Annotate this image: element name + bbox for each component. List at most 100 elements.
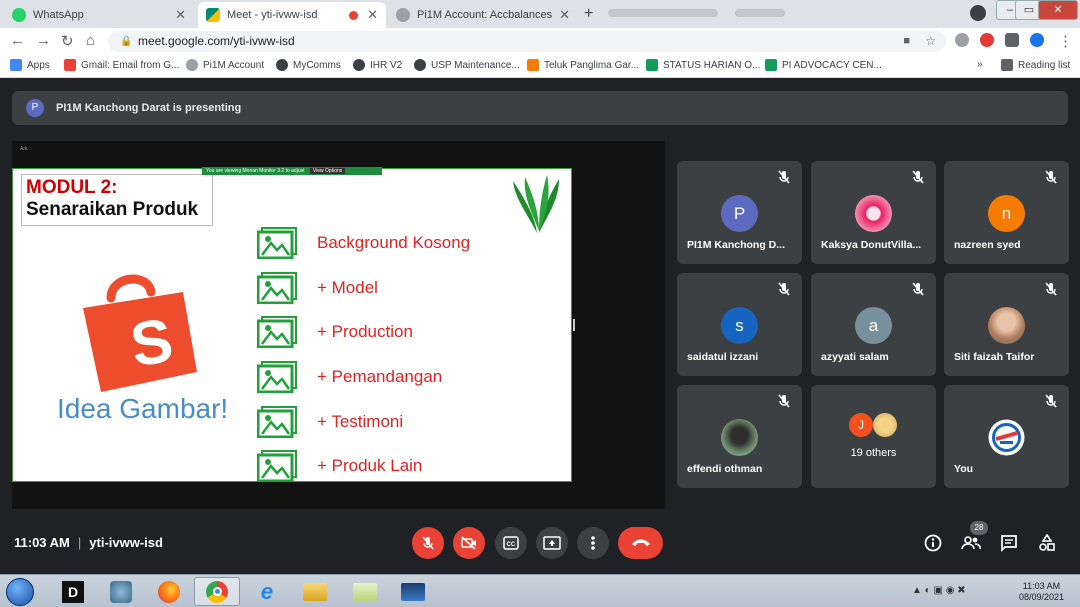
slide-item: + Production — [257, 310, 470, 355]
bookmark-advocacy[interactable]: PI ADVOCACY CEN... — [765, 59, 882, 71]
taskbar-app[interactable] — [342, 577, 388, 606]
taskbar-app[interactable]: D — [50, 577, 96, 606]
clock[interactable]: 11:03 AM 08/09/2021 — [1019, 581, 1064, 603]
bookmark-gmail[interactable]: Gmail: Email from G... — [64, 59, 179, 71]
camera-icon[interactable]: ■ — [903, 31, 910, 52]
present-screen-button[interactable] — [536, 527, 568, 559]
participant-name: azyyati salam — [821, 351, 889, 363]
taskbar-firefox[interactable] — [146, 577, 192, 606]
participant-tile[interactable]: a azyyati salam — [811, 273, 936, 376]
bookmark-status[interactable]: STATUS HARIAN O... — [646, 59, 760, 71]
slide-item-text: + Model — [317, 277, 378, 297]
star-icon — [527, 59, 539, 71]
participant-tile[interactable]: Siti faizah Taifor — [944, 273, 1069, 376]
meeting-info-button[interactable] — [922, 532, 944, 554]
participant-tile-others[interactable]: J 19 others — [811, 385, 936, 488]
more-bookmarks[interactable]: » — [977, 59, 983, 70]
bookmark-label: Gmail: Email from G... — [81, 59, 180, 71]
mic-off-icon — [778, 282, 790, 296]
text-cursor — [573, 319, 575, 331]
participant-count-badge: 28 — [970, 521, 988, 535]
globe-icon — [186, 59, 198, 71]
home-icon[interactable]: ⌂ — [86, 32, 95, 49]
people-icon — [961, 536, 981, 550]
bookmark-mycomms[interactable]: MyComms — [276, 59, 341, 71]
participant-tile[interactable]: n nazreen syed — [944, 161, 1069, 264]
new-tab-button[interactable]: + — [584, 5, 593, 23]
bookmark-pi1m[interactable]: Pi1M Account — [186, 59, 264, 71]
url-field[interactable]: 🔒 meet.google.com/yti-ivww-isd ■ ☆ — [108, 31, 946, 52]
participant-tile-self[interactable]: You — [944, 385, 1069, 488]
camera-toggle-button[interactable] — [453, 527, 485, 559]
taskbar-chrome[interactable] — [194, 577, 240, 606]
photo-avatar — [873, 413, 897, 437]
taskbar-ie[interactable]: e — [244, 577, 290, 606]
slide-item-text: Background Kosong — [317, 233, 471, 253]
close-window-button[interactable]: ✕ — [1038, 0, 1078, 20]
faded-tab[interactable] — [735, 9, 785, 17]
leave-call-button[interactable] — [618, 527, 663, 559]
tab-meet[interactable]: Meet - yti-ivww-isd ✕ — [198, 2, 386, 28]
avatar: n — [988, 195, 1025, 232]
separator: | — [77, 535, 82, 550]
bookmark-star-icon[interactable]: ☆ — [925, 31, 936, 52]
forward-icon[interactable]: → — [36, 32, 51, 49]
taskbar-app[interactable] — [390, 577, 436, 606]
app-icon: D — [62, 580, 84, 603]
view-options-bar[interactable]: You are viewing Monan Monitor 3.2 to adj… — [202, 167, 382, 175]
bookmark-usp[interactable]: USP Maintenance... — [414, 59, 520, 71]
bookmark-teluk[interactable]: Teluk Panglima Gar... — [527, 59, 639, 71]
taskbar-app[interactable] — [98, 577, 144, 606]
mic-off-icon — [912, 282, 924, 296]
taskbar-explorer[interactable] — [292, 577, 338, 606]
participant-name: effendi othman — [687, 463, 763, 475]
participant-tile[interactable]: effendi othman — [677, 385, 802, 488]
bookmark-label: IHR V2 — [370, 59, 403, 71]
slide-item-text: + Produk Lain — [317, 456, 423, 476]
chat-icon — [1001, 535, 1017, 552]
windows-taskbar: D e ▲ ◐ ▣ ◉ ✖ 11:03 AM 08/09/2021 — [0, 574, 1080, 607]
reading-list[interactable]: Reading list — [1001, 59, 1070, 71]
activities-button[interactable] — [1036, 532, 1058, 554]
bookmark-label: Teluk Panglima Gar... — [544, 59, 640, 71]
tab-pi1m-account[interactable]: Pi1M Account: Accbalances ✕ — [388, 2, 578, 28]
slide-title-line2: Senaraikan Produk — [26, 199, 199, 220]
participant-name: PI1M Kanchong D... — [687, 239, 786, 251]
back-icon[interactable]: ← — [10, 32, 25, 49]
shopping-bag-icon: S — [83, 274, 197, 392]
bookmark-ihr[interactable]: IHR V2 — [353, 59, 402, 71]
participant-tile[interactable]: P PI1M Kanchong D... — [677, 161, 802, 264]
faded-tab[interactable] — [608, 9, 718, 17]
tab-label: Meet - yti-ivww-isd — [227, 9, 318, 21]
presentation-stage[interactable]: Ark MODUL 2: Senaraikan Produk S Idea Ga… — [12, 141, 665, 509]
bookmark-apps[interactable]: Apps — [10, 59, 50, 71]
reload-icon[interactable]: ↻ — [61, 32, 74, 50]
close-icon[interactable]: ✕ — [367, 7, 378, 23]
participant-tile[interactable]: Kaksya DonutVilla... — [811, 161, 936, 264]
meet-container: P PI1M Kanchong Darat is presenting Ark … — [0, 79, 1080, 574]
participants-button[interactable] — [960, 532, 982, 554]
camera-off-icon — [461, 536, 476, 550]
chat-button[interactable] — [998, 532, 1020, 554]
close-icon[interactable]: ✕ — [559, 7, 570, 23]
system-tray[interactable]: ▲ ◐ ▣ ◉ ✖ — [912, 585, 966, 596]
captions-button[interactable]: CC — [495, 527, 527, 559]
slide-item-list: Background Kosong + Model + Production +… — [257, 221, 470, 489]
menu-icon[interactable]: ⋮ — [1058, 32, 1073, 50]
globe-icon[interactable] — [955, 33, 969, 47]
profile-icon[interactable] — [1030, 33, 1044, 47]
slide-item-text: + Pemandangan — [317, 367, 443, 387]
tab-search-icon[interactable] — [970, 5, 986, 21]
tab-whatsapp[interactable]: WhatsApp ✕ — [4, 2, 194, 28]
view-options-button[interactable]: View Options — [309, 168, 346, 174]
mic-toggle-button[interactable] — [412, 527, 444, 559]
extensions-icon[interactable] — [1005, 33, 1019, 47]
close-icon[interactable]: ✕ — [175, 7, 186, 23]
folder-icon — [303, 582, 327, 601]
bookmark-label: USP Maintenance... — [431, 59, 520, 71]
adblock-icon[interactable] — [980, 33, 994, 47]
more-options-button[interactable] — [577, 527, 609, 559]
present-icon — [543, 536, 561, 550]
start-button[interactable] — [6, 578, 34, 606]
participant-tile[interactable]: s saidatul izzani — [677, 273, 802, 376]
